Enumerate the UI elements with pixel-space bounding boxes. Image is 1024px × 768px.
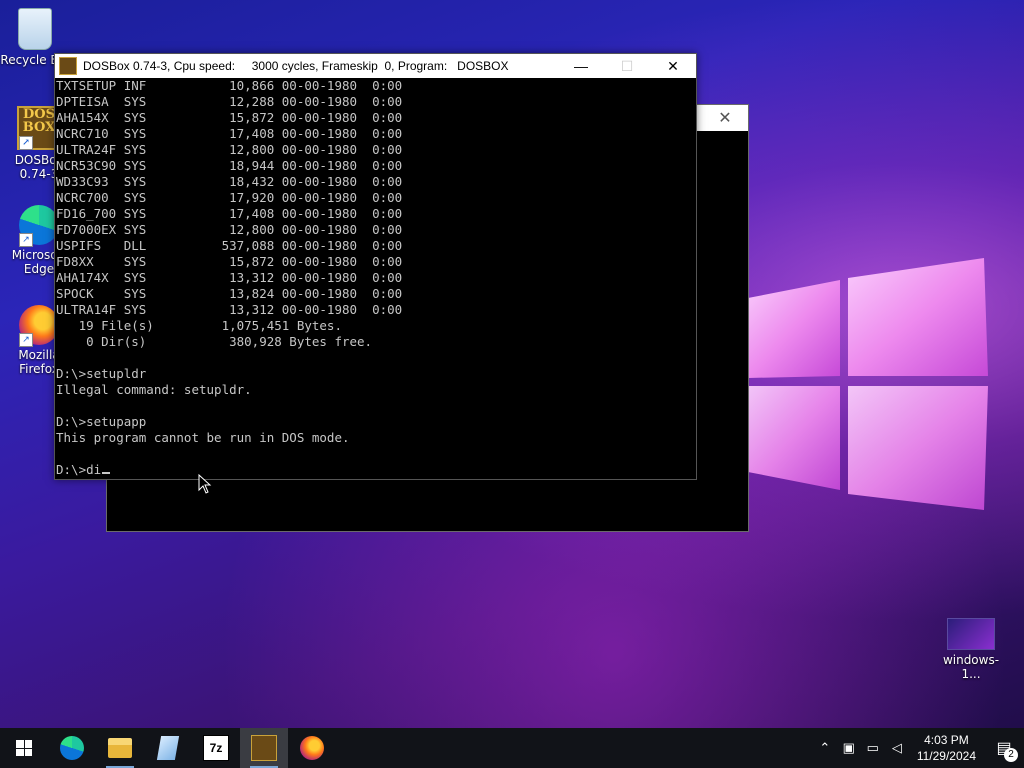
desktop-icon-windows-iso[interactable]: windows-1... <box>936 618 1006 681</box>
console-line: SPOCK SYS 13,824 00-00-1980 0:00 <box>56 286 403 301</box>
console-line: NCRC700 SYS 17,920 00-00-1980 0:00 <box>56 190 403 205</box>
dosbox-icon <box>59 57 77 75</box>
taskbar-dosbox[interactable] <box>240 728 288 768</box>
clock-time: 4:03 PM <box>924 733 969 747</box>
taskbar-edge[interactable] <box>48 728 96 768</box>
console-line: FD16_700 SYS 17,408 00-00-1980 0:00 <box>56 206 403 221</box>
notification-count-badge: 2 <box>1004 748 1018 762</box>
network-icon[interactable]: ▭ <box>861 740 885 756</box>
edge-icon <box>60 736 84 760</box>
dosbox-titlebar[interactable]: DOSBox 0.74-3, Cpu speed: 3000 cycles, F… <box>55 54 696 78</box>
console-line: NCRC710 SYS 17,408 00-00-1980 0:00 <box>56 126 403 141</box>
console-line: D:\>setupldr <box>56 366 147 381</box>
console-line: 19 File(s) 1,075,451 Bytes. <box>56 318 342 333</box>
meet-now-icon[interactable]: ▣ <box>837 740 861 756</box>
dosbox-icon <box>251 735 277 761</box>
image-file-icon <box>947 618 995 650</box>
console-line: 0 Dir(s) 380,928 Bytes free. <box>56 334 373 349</box>
console-line: Illegal command: setupldr. <box>56 382 252 397</box>
console-line: FD7000EX SYS 12,800 00-00-1980 0:00 <box>56 222 403 237</box>
console-line: NCR53C90 SYS 18,944 00-00-1980 0:00 <box>56 158 403 173</box>
console-line: DPTEISA SYS 12,288 00-00-1980 0:00 <box>56 94 403 109</box>
shortcut-arrow-icon: ↗ <box>19 233 33 247</box>
shortcut-arrow-icon: ↗ <box>19 333 33 347</box>
dos-console[interactable]: TXTSETUP INF 10,866 00-00-1980 0:00 DPTEI… <box>55 78 697 478</box>
shortcut-arrow-icon: ↗ <box>19 136 33 150</box>
firefox-icon: ↗ <box>19 305 59 347</box>
console-line: FD8XX SYS 15,872 00-00-1980 0:00 <box>56 254 403 269</box>
console-line: AHA174X SYS 13,312 00-00-1980 0:00 <box>56 270 403 285</box>
start-button[interactable] <box>0 728 48 768</box>
close-icon[interactable]: ✕ <box>702 105 748 131</box>
windows-logo-wallpaper <box>748 258 988 510</box>
minimize-button[interactable]: — <box>558 54 604 78</box>
console-line: ULTRA14F SYS 13,312 00-00-1980 0:00 <box>56 302 403 317</box>
taskbar: 7z ⌃ ▣ ▭ ◁ 4:03 PM 11/29/2024 ▤ 2 <box>0 728 1024 768</box>
console-line: TXTSETUP INF 10,866 00-00-1980 0:00 <box>56 78 403 93</box>
console-prompt-text: D:\>di <box>56 462 102 477</box>
volume-muted-icon[interactable]: ◁ <box>885 740 909 756</box>
clock-date: 11/29/2024 <box>916 749 976 763</box>
taskbar-firefox[interactable] <box>288 728 336 768</box>
console-line: This program cannot be run in DOS mode. <box>56 430 350 445</box>
7zip-icon: 7z <box>203 735 229 761</box>
clock[interactable]: 4:03 PM 11/29/2024 <box>909 732 984 764</box>
taskbar-notepad[interactable] <box>144 728 192 768</box>
text-cursor <box>102 472 111 474</box>
notepad-icon <box>156 736 180 760</box>
desktop-icon-label: windows-1... <box>942 653 1000 681</box>
chevron-up-icon[interactable]: ⌃ <box>813 740 837 756</box>
dosbox-window[interactable]: DOSBox 0.74-3, Cpu speed: 3000 cycles, F… <box>54 53 697 480</box>
notification-center-button[interactable]: ▤ 2 <box>984 728 1024 768</box>
maximize-button[interactable]: ☐ <box>604 54 650 78</box>
console-line: WD33C93 SYS 18,432 00-00-1980 0:00 <box>56 174 403 189</box>
system-tray: ⌃ ▣ ▭ ◁ 4:03 PM 11/29/2024 ▤ 2 <box>813 728 1024 768</box>
window-title: DOSBox 0.74-3, Cpu speed: 3000 cycles, F… <box>83 59 509 73</box>
mouse-pointer-icon <box>198 474 212 494</box>
folder-icon <box>108 738 132 758</box>
console-prompt[interactable]: D:\>di <box>56 462 697 478</box>
close-button[interactable]: ✕ <box>650 54 696 78</box>
console-line: AHA154X SYS 15,872 00-00-1980 0:00 <box>56 110 403 125</box>
firefox-icon <box>300 736 324 760</box>
console-line: USPIFS DLL 537,088 00-00-1980 0:00 <box>56 238 403 253</box>
taskbar-7zip[interactable]: 7z <box>192 728 240 768</box>
recycle-bin-icon <box>18 8 52 50</box>
edge-icon: ↗ <box>19 205 59 247</box>
console-line: ULTRA24F SYS 12,800 00-00-1980 0:00 <box>56 142 403 157</box>
windows-start-icon <box>16 740 32 756</box>
dosbox-icon-text: DOS BOX <box>22 107 56 135</box>
taskbar-file-explorer[interactable] <box>96 728 144 768</box>
console-line: D:\>setupapp <box>56 414 147 429</box>
